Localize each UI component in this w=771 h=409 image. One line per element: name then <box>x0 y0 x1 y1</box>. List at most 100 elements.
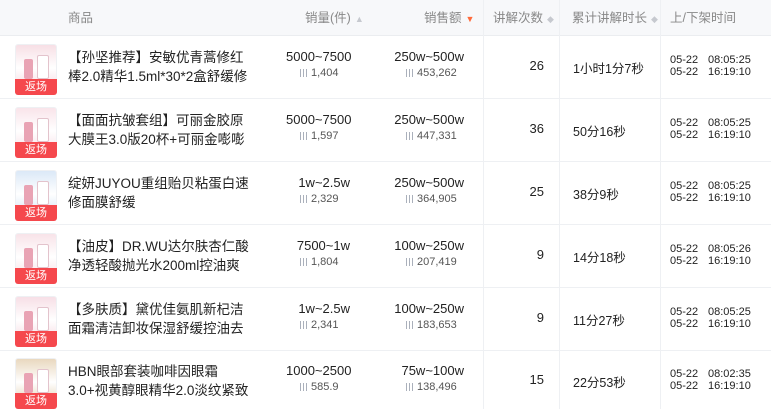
explain-count: 25 <box>529 184 544 199</box>
revenue-range: 250w~500w <box>394 49 464 64</box>
shelf-up-date: 05-22 <box>670 368 699 380</box>
shelf-down-date: 05-22 <box>670 255 699 267</box>
bar-chart-icon <box>406 383 413 391</box>
product-title[interactable]: 【面面抗皱套组】可丽金胶原大膜王3.0版20杯+可丽金嘭嘭次抛 <box>68 111 253 149</box>
product-bottle-shape <box>37 369 49 393</box>
explain-duration: 14分18秒 <box>573 251 626 265</box>
product-bottle-shape <box>37 181 49 205</box>
rerun-badge: 返场 <box>15 268 57 284</box>
sales-range: 7500~1w <box>296 238 350 253</box>
table-row[interactable]: 返场 【油皮】DR.WU达尔肤杏仁酸净透轻酸抛光水200ml控油爽肤 7500~… <box>0 225 771 288</box>
shelf-up-time: 08:05:25 <box>708 54 751 66</box>
table-row[interactable]: 返场 HBN眼部套装咖啡因眼霜3.0+视黄醇眼精华2.0淡纹紧致保湿 1000~… <box>0 350 771 409</box>
shelf-up-time: 08:05:25 <box>708 180 751 192</box>
bar-chart-icon <box>406 195 413 203</box>
header-explain-count[interactable]: 讲解次数 ◆ <box>493 0 554 36</box>
shelf-down-date: 05-22 <box>670 318 699 330</box>
bar-chart-icon <box>406 258 413 266</box>
shelf-up-time: 08:05:25 <box>708 306 751 318</box>
explain-duration: 1小时1分7秒 <box>573 62 644 76</box>
product-title[interactable]: 【孙坚推荐】安敏优青蒿修红棒2.0精华1.5ml*30*2盒舒缓修护 <box>68 48 253 86</box>
shelf-down-time: 16:19:10 <box>708 380 751 392</box>
shelf-up-date: 05-22 <box>670 117 699 129</box>
product-title[interactable]: HBN眼部套装咖啡因眼霜3.0+视黄醇眼精华2.0淡纹紧致保湿 <box>68 362 253 400</box>
explain-duration: 38分9秒 <box>573 188 619 202</box>
sort-caret-icon[interactable]: ▲ <box>355 1 364 37</box>
sales-value: 1,404 <box>300 67 339 79</box>
revenue-range: 100w~250w <box>394 238 464 253</box>
revenue-range: 75w~100w <box>401 363 464 378</box>
shelf-down-date: 05-22 <box>670 192 699 204</box>
bar-chart-icon <box>300 383 307 391</box>
sales-value-text: 585.9 <box>311 381 339 393</box>
header-shelf-time: 上/下架时间 <box>670 11 736 25</box>
table-header: 商品 销量(件) ▲ 销售额 ▼ 讲解次数 ◆ 累计讲解时长 ◆ 上/下架时间 <box>0 0 771 36</box>
shelf-down-date: 05-22 <box>670 380 699 392</box>
header-sales-label: 销量(件) <box>305 11 351 25</box>
table-row[interactable]: 返场 【孙坚推荐】安敏优青蒿修红棒2.0精华1.5ml*30*2盒舒缓修护 50… <box>0 36 771 99</box>
revenue-value-text: 453,262 <box>417 67 457 79</box>
product-title[interactable]: 绽妍JUYOU重组贻贝粘蛋白速修面膜舒缓 <box>68 174 253 212</box>
table-row[interactable]: 返场 绽妍JUYOU重组贻贝粘蛋白速修面膜舒缓 1w~2.5w 2,329 25… <box>0 162 771 225</box>
revenue-value: 447,331 <box>406 130 457 142</box>
product-bottle-shape <box>24 122 33 142</box>
header-sales[interactable]: 销量(件) ▲ <box>305 0 364 36</box>
rerun-badge: 返场 <box>15 79 57 95</box>
shelf-up-date: 05-22 <box>670 306 699 318</box>
product-bottle-shape <box>37 307 49 331</box>
explain-duration: 50分16秒 <box>573 125 626 139</box>
product-title[interactable]: 【油皮】DR.WU达尔肤杏仁酸净透轻酸抛光水200ml控油爽肤 <box>68 237 253 275</box>
revenue-value: 138,496 <box>406 381 457 393</box>
live-product-table: 商品 销量(件) ▲ 销售额 ▼ 讲解次数 ◆ 累计讲解时长 ◆ 上/下架时间 返场 【… <box>0 0 771 409</box>
shelf-up-time: 08:05:26 <box>708 243 751 255</box>
rerun-badge: 返场 <box>15 142 57 158</box>
sort-caret-icon[interactable]: ◆ <box>651 1 658 37</box>
shelf-down-time: 16:19:10 <box>708 129 751 141</box>
bar-chart-icon <box>406 69 413 77</box>
shelf-down-time: 16:19:10 <box>708 318 751 330</box>
product-title[interactable]: 【多肤质】黛优佳氨肌新杞洁面霜清洁卸妆保湿舒缓控油去角质 <box>68 300 253 338</box>
shelf-up-time: 08:02:35 <box>708 368 751 380</box>
sales-value-text: 2,341 <box>311 319 339 331</box>
bar-chart-icon <box>300 195 307 203</box>
explain-count: 36 <box>529 121 544 136</box>
revenue-range: 100w~250w <box>394 301 464 316</box>
product-bottle-shape <box>37 55 49 79</box>
product-bottle-shape <box>24 185 33 205</box>
bar-chart-icon <box>300 132 307 140</box>
rerun-badge: 返场 <box>15 205 57 221</box>
sales-value-text: 1,804 <box>311 256 339 268</box>
header-explain-duration[interactable]: 累计讲解时长 ◆ <box>572 0 658 36</box>
sales-value: 1,597 <box>300 130 339 142</box>
sales-value: 2,329 <box>300 193 339 205</box>
product-bottle-shape <box>24 373 33 393</box>
header-explain-duration-label: 累计讲解时长 <box>572 11 648 25</box>
explain-duration: 11分27秒 <box>573 314 625 328</box>
sales-value: 2,341 <box>300 319 339 331</box>
shelf-up-date: 05-22 <box>670 54 699 66</box>
explain-count: 15 <box>529 372 544 387</box>
header-revenue[interactable]: 销售额 ▼ <box>424 0 474 36</box>
bar-chart-icon <box>300 69 307 77</box>
header-revenue-label: 销售额 <box>424 11 462 25</box>
sales-value: 1,804 <box>300 256 339 268</box>
bar-chart-icon <box>406 321 413 329</box>
sort-caret-icon[interactable]: ◆ <box>547 1 554 37</box>
revenue-value-text: 207,419 <box>417 256 457 268</box>
sales-range: 1w~2.5w <box>298 301 350 316</box>
sort-caret-icon[interactable]: ▼ <box>466 1 475 37</box>
table-row[interactable]: 返场 【多肤质】黛优佳氨肌新杞洁面霜清洁卸妆保湿舒缓控油去角质 1w~2.5w … <box>0 288 771 351</box>
sales-value-text: 1,404 <box>311 67 339 79</box>
shelf-down-date: 05-22 <box>670 66 699 78</box>
rerun-badge: 返场 <box>15 393 57 409</box>
product-bottle-shape <box>24 311 33 331</box>
revenue-value: 183,653 <box>406 319 457 331</box>
explain-count: 9 <box>536 310 544 325</box>
header-explain-count-label: 讲解次数 <box>493 11 544 25</box>
explain-count: 26 <box>529 58 544 73</box>
explain-count: 9 <box>536 247 544 262</box>
table-row[interactable]: 返场 【面面抗皱套组】可丽金胶原大膜王3.0版20杯+可丽金嘭嘭次抛 5000~… <box>0 99 771 162</box>
sales-value-text: 2,329 <box>311 193 339 205</box>
sales-range: 5000~7500 <box>286 49 352 64</box>
product-bottle-shape <box>37 244 49 268</box>
